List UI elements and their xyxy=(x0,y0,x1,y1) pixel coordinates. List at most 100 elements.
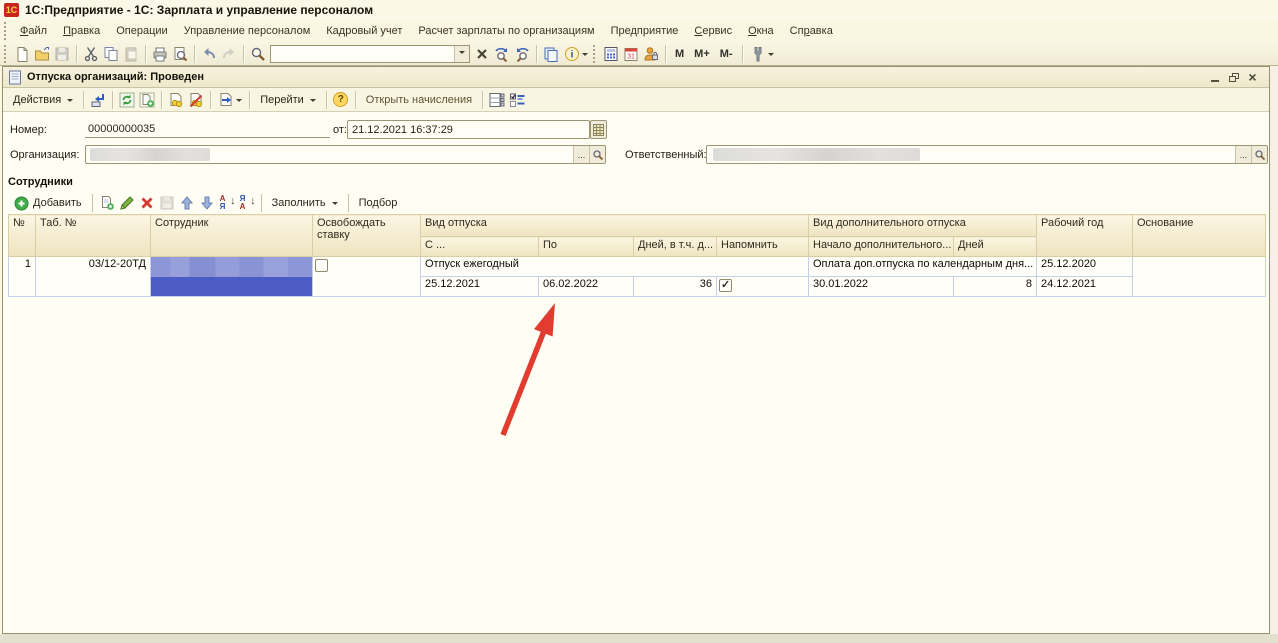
pick-button[interactable]: Подбор xyxy=(353,195,404,211)
end-edit-icon xyxy=(159,195,175,211)
organization-search-button[interactable] xyxy=(589,146,605,163)
add-row-button[interactable]: Добавить xyxy=(8,194,88,213)
print-button[interactable] xyxy=(150,43,170,64)
toolbar-grip[interactable] xyxy=(593,45,597,63)
table-row: 1 03/12-20ТД Отпуск ежегодный Оплата доп… xyxy=(9,257,1266,277)
menu-item-personnel-records[interactable]: Кадровый учет xyxy=(318,22,410,40)
write-and-close-button[interactable] xyxy=(88,89,108,110)
paste-button[interactable] xyxy=(121,43,141,64)
cell-work-year-first[interactable]: 25.12.2020 xyxy=(1037,257,1133,277)
organization-lookup-button[interactable]: ... xyxy=(573,146,589,163)
search-dropdown-button[interactable] xyxy=(454,46,469,62)
menu-item-windows[interactable]: Окна xyxy=(740,22,782,40)
cut-button[interactable] xyxy=(81,43,101,64)
minimize-button[interactable] xyxy=(1207,70,1222,84)
cell-days[interactable]: 36 xyxy=(634,277,717,297)
menu-item-operations[interactable]: Операции xyxy=(108,22,175,40)
cell-num[interactable]: 1 xyxy=(9,257,36,297)
responsible-search-button[interactable] xyxy=(1251,146,1267,163)
calendar-button[interactable]: 31 xyxy=(621,43,641,64)
move-up-button[interactable] xyxy=(177,193,197,214)
find-button[interactable] xyxy=(248,43,268,64)
service-settings-button[interactable] xyxy=(747,43,777,64)
cell-date-to[interactable]: 06.02.2022 xyxy=(539,277,634,297)
help-button[interactable]: ? xyxy=(331,89,351,110)
unpost-document-button[interactable] xyxy=(186,89,206,110)
memory-plus-button[interactable]: M+ xyxy=(689,46,715,62)
close-button[interactable]: × xyxy=(1245,70,1260,84)
end-edit-button[interactable] xyxy=(157,193,177,214)
find-previous-icon xyxy=(514,46,530,62)
clear-search-button[interactable] xyxy=(472,43,492,64)
toolbar-separator xyxy=(161,91,162,109)
svg-text:31: 31 xyxy=(627,53,635,60)
post-document-button[interactable] xyxy=(166,89,186,110)
sort-descending-button[interactable]: ЯА↓ xyxy=(237,193,257,214)
menu-item-enterprise[interactable]: Предприятие xyxy=(603,22,687,40)
refresh-icon xyxy=(119,92,135,108)
cell-release-rate[interactable] xyxy=(313,257,421,297)
cell-extra-days[interactable]: 8 xyxy=(954,277,1037,297)
number-field[interactable]: 00000000035 xyxy=(85,120,330,138)
undo-button[interactable] xyxy=(199,43,219,64)
new-document-button[interactable] xyxy=(12,43,32,64)
info-button[interactable]: i xyxy=(561,43,591,64)
save-button[interactable] xyxy=(52,43,72,64)
actions-button[interactable]: Действия xyxy=(7,92,79,108)
move-down-button[interactable] xyxy=(197,193,217,214)
menubar-grip[interactable] xyxy=(4,22,8,40)
edit-row-button[interactable] xyxy=(117,193,137,214)
responsible-lookup-button[interactable]: ... xyxy=(1235,146,1251,163)
menu-item-help[interactable]: Справка xyxy=(782,22,841,40)
sort-ascending-button[interactable]: АЯ↓ xyxy=(217,193,237,214)
find-next-button[interactable] xyxy=(492,43,512,64)
calculator-button[interactable] xyxy=(601,43,621,64)
find-previous-button[interactable] xyxy=(512,43,532,64)
header-work-year: Рабочий год xyxy=(1037,215,1133,257)
copy-document-button[interactable] xyxy=(137,89,157,110)
documents-button[interactable] xyxy=(541,43,561,64)
menu-item-hr-management[interactable]: Управление персоналом xyxy=(176,22,319,40)
search-input[interactable] xyxy=(271,47,454,61)
list-settings-button[interactable] xyxy=(487,89,507,110)
release-rate-checkbox[interactable] xyxy=(315,259,328,272)
cell-work-year-second[interactable]: 24.12.2021 xyxy=(1037,277,1133,297)
menu-item-service[interactable]: Сервис xyxy=(686,22,740,40)
cell-vacation-type[interactable]: Отпуск ежегодный xyxy=(421,257,809,277)
date-field[interactable]: 21.12.2021 16:37:29 xyxy=(347,120,590,139)
toolbar-separator xyxy=(536,45,537,63)
cell-basis[interactable] xyxy=(1133,257,1266,297)
remind-checkbox[interactable] xyxy=(719,279,732,292)
delete-row-button[interactable] xyxy=(137,193,157,214)
cell-extra-type[interactable]: Оплата доп.отпуска по календарным дня... xyxy=(809,257,1037,277)
redo-button[interactable] xyxy=(219,43,239,64)
cell-tab-num[interactable]: 03/12-20ТД xyxy=(36,257,151,297)
open-accruals-button[interactable]: Открыть начисления xyxy=(360,92,478,108)
toolbar-grip[interactable] xyxy=(4,45,8,63)
restore-button[interactable] xyxy=(1226,70,1241,84)
print-preview-button[interactable] xyxy=(170,43,190,64)
open-button[interactable] xyxy=(32,43,52,64)
close-icon xyxy=(475,47,489,61)
user-settings-button[interactable] xyxy=(641,43,661,64)
cell-date-from[interactable]: 25.12.2021 xyxy=(421,277,539,297)
menu-item-payroll-by-organizations[interactable]: Расчет зарплаты по организациям xyxy=(410,22,602,40)
copy-button[interactable] xyxy=(101,43,121,64)
goto-button[interactable]: Перейти xyxy=(254,92,322,108)
responsible-field[interactable]: ... xyxy=(706,145,1268,164)
organization-field[interactable]: ... xyxy=(85,145,606,164)
cell-extra-start[interactable]: 30.01.2022 xyxy=(809,277,954,297)
cell-remind[interactable] xyxy=(717,277,809,297)
menu-item-file[interactable]: Файл xyxy=(12,22,55,40)
memory-button[interactable]: M xyxy=(670,46,689,62)
display-settings-button[interactable] xyxy=(507,89,527,110)
memory-minus-button[interactable]: M- xyxy=(715,46,738,62)
copy-add-icon xyxy=(99,195,115,211)
reread-button[interactable] xyxy=(117,89,137,110)
cell-employee[interactable] xyxy=(151,257,313,297)
fill-button[interactable]: Заполнить xyxy=(266,195,344,211)
input-on-basis-button[interactable] xyxy=(215,89,245,110)
copy-row-button[interactable] xyxy=(97,193,117,214)
calendar-picker-button[interactable] xyxy=(590,120,607,139)
menu-item-edit[interactable]: Правка xyxy=(55,22,108,40)
